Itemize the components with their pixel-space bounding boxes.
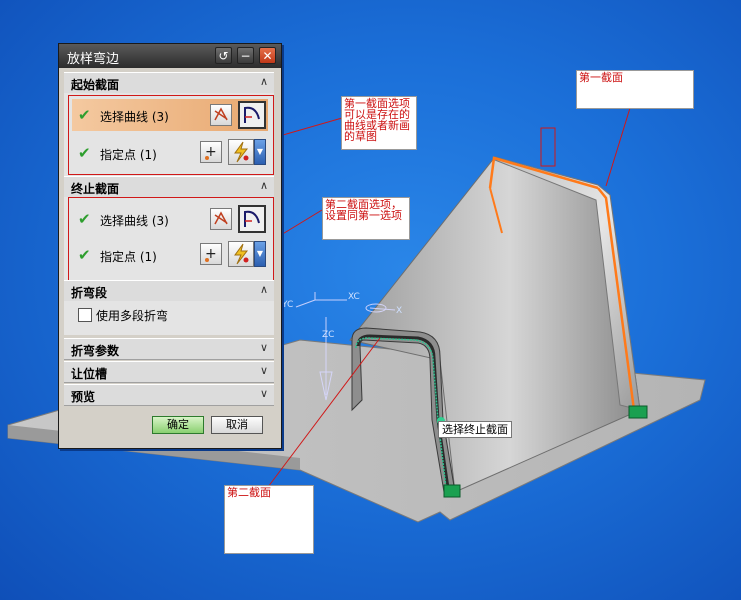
check-icon: ✔ (78, 246, 91, 264)
note-second-section-text: 第二截面 (227, 486, 271, 499)
expand-icon[interactable]: ∨ (257, 364, 271, 378)
section-header-preview[interactable]: 预览 ∨ (64, 384, 274, 406)
axis-label-xc: XC (348, 292, 360, 302)
chevron-down-icon[interactable]: ▼ (254, 139, 266, 165)
first-section-point-box (540, 127, 556, 167)
sketch-section-icon[interactable] (238, 101, 266, 129)
collapse-icon[interactable]: ∧ (257, 75, 271, 89)
row-select-curve-start[interactable]: ✔ 选择曲线 (3) (72, 99, 268, 131)
inferred-point-icon[interactable] (228, 139, 254, 165)
minimize-icon[interactable]: − (237, 47, 254, 64)
section-title-preview: 预览 (71, 390, 96, 404)
dialog-title: 放样弯边 (67, 52, 120, 67)
check-icon: ✔ (78, 210, 91, 228)
section-title-bend-params: 折弯参数 (71, 344, 120, 358)
axis-label-yc: YC (282, 300, 294, 310)
section-header-relief[interactable]: 让位槽 ∨ (64, 361, 274, 383)
note-first-section-text: 第一截面 (579, 71, 623, 84)
section-title-relief: 让位槽 (71, 367, 108, 381)
collapse-icon[interactable]: ∧ (257, 179, 271, 193)
inferred-point-icon[interactable] (228, 241, 254, 267)
note-select-end-section-text: 选择终止截面 (442, 423, 508, 436)
row-specify-point-end[interactable]: ✔ 指定点 (1) + ▼ (72, 239, 268, 271)
section-title-end: 终止截面 (71, 182, 120, 196)
section-title-start: 起始截面 (71, 78, 120, 92)
section-header-end[interactable]: 终止截面 ∧ (64, 176, 274, 198)
point-dialog-icon[interactable]: + (200, 243, 222, 265)
section-body-bend-segment: 使用多段折弯 (64, 301, 274, 335)
check-icon: ✔ (78, 106, 91, 124)
end-marker-right (628, 405, 648, 419)
multi-segment-label: 使用多段折弯 (96, 309, 169, 323)
note-first-section-option: 第一截面选项可以是存在的曲线或者新画的草图 (341, 96, 417, 150)
section-header-bend-segment[interactable]: 折弯段 ∧ (64, 280, 274, 302)
multi-segment-checkbox[interactable] (78, 308, 92, 322)
section-body-end: ✔ 选择曲线 (3) ✔ 指定点 (1) + ▼ (64, 197, 274, 281)
note-select-end-section: 选择终止截面 (438, 421, 512, 438)
sketch-section-icon[interactable] (238, 205, 266, 233)
row-label: 指定点 (1) (100, 250, 157, 264)
note-first-section-option-text: 第一截面选项可以是存在的曲线或者新画的草图 (344, 97, 410, 143)
ok-button[interactable]: 确定 (152, 416, 204, 434)
point-dialog-icon[interactable]: + (200, 141, 222, 163)
close-icon[interactable]: ✕ (259, 47, 276, 64)
expand-icon[interactable]: ∨ (257, 387, 271, 401)
row-label: 选择曲线 (3) (100, 110, 169, 124)
row-specify-point-start[interactable]: ✔ 指定点 (1) + ▼ (72, 137, 268, 169)
note-second-section-option: 第二截面选项，设置同第一选项 (322, 197, 410, 240)
axis-label-zc: ZC (322, 330, 335, 340)
row-label: 指定点 (1) (100, 148, 157, 162)
end-marker-left (443, 484, 461, 498)
section-title-bend-segment: 折弯段 (71, 286, 108, 300)
note-first-section: 第一截面 (576, 70, 694, 109)
section-body-start: ✔ 选择曲线 (3) ✔ 指定点 (1) + ▼ (64, 93, 274, 177)
collapse-icon[interactable]: ∧ (257, 283, 271, 297)
section-header-bend-params[interactable]: 折弯参数 ∨ (64, 338, 274, 360)
chevron-down-icon[interactable]: ▼ (254, 241, 266, 267)
reset-icon[interactable]: ↺ (215, 47, 232, 64)
section-header-start[interactable]: 起始截面 ∧ (64, 72, 274, 94)
axis-label-x: X (396, 306, 403, 316)
check-icon: ✔ (78, 144, 91, 162)
note-second-section: 第二截面 (224, 485, 314, 554)
curve-rule-icon[interactable] (210, 104, 232, 126)
note-second-section-option-text: 第二截面选项，设置同第一选项 (325, 198, 402, 222)
row-select-curve-end[interactable]: ✔ 选择曲线 (3) (72, 203, 268, 235)
cancel-button[interactable]: 取消 (211, 416, 263, 434)
expand-icon[interactable]: ∨ (257, 341, 271, 355)
row-label: 选择曲线 (3) (100, 214, 169, 228)
curve-rule-icon[interactable] (210, 208, 232, 230)
dialog-titlebar[interactable]: 放样弯边 ↺ − ✕ (59, 44, 281, 68)
loft-flange-dialog: 放样弯边 ↺ − ✕ 起始截面 ∧ ✔ 选择曲线 (3) ✔ 指定点 (1) + (58, 43, 282, 449)
